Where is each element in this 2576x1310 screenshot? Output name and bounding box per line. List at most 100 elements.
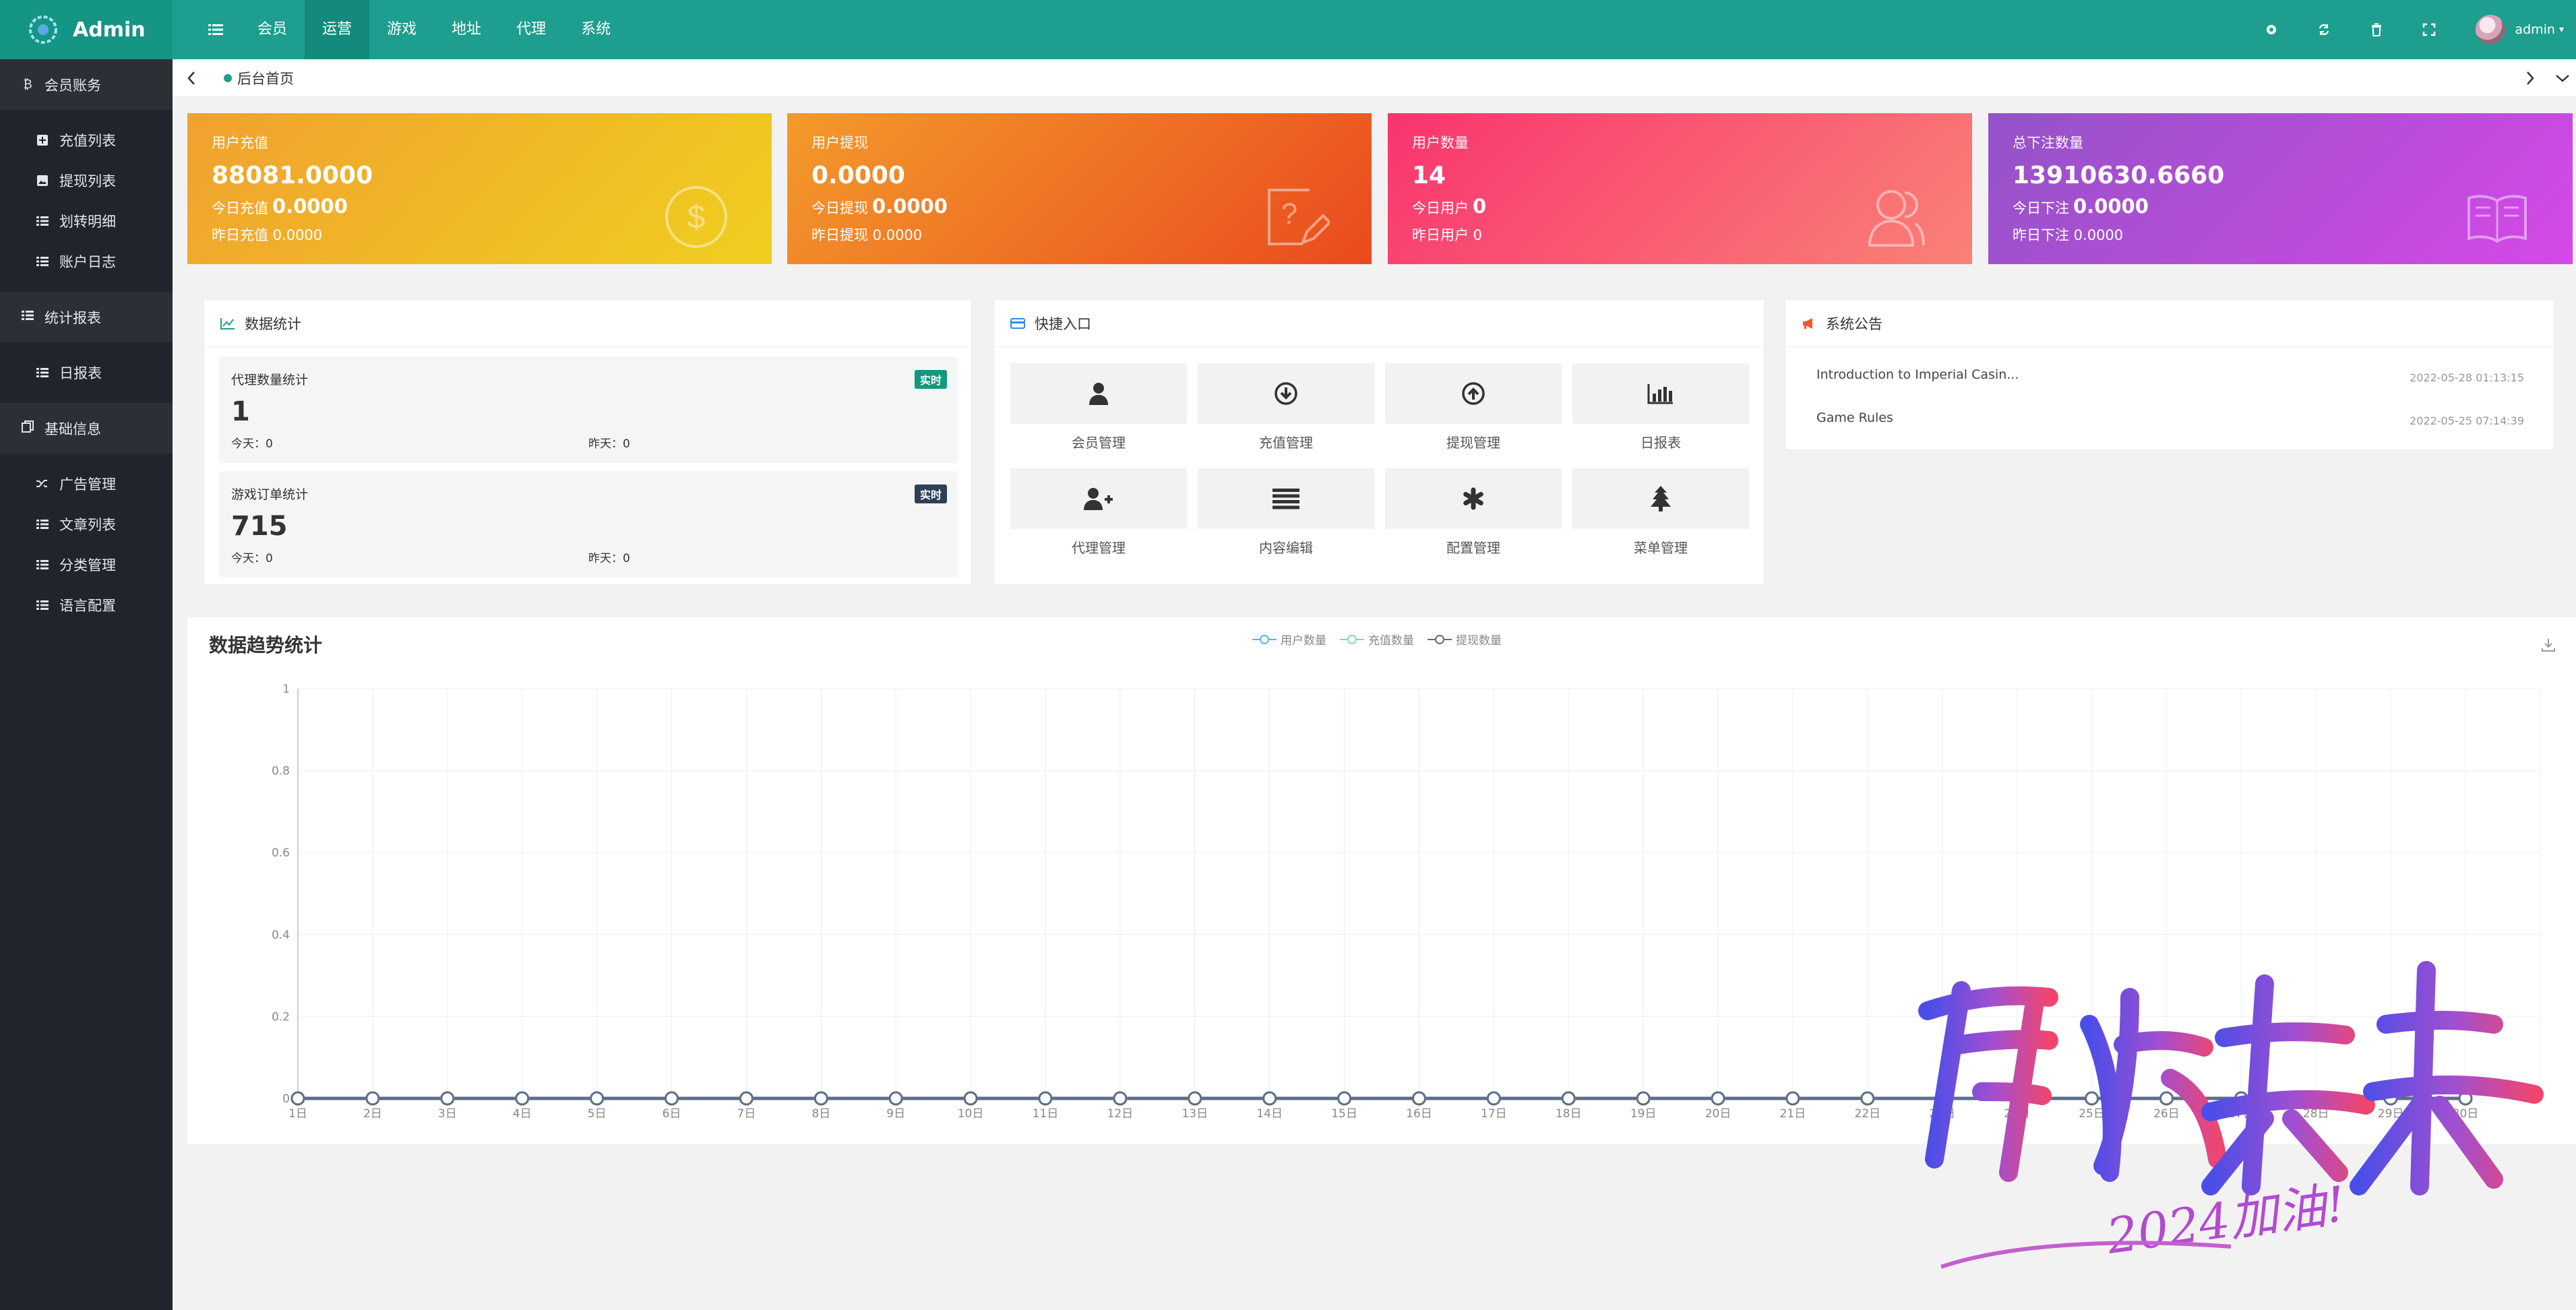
sidebar-item-ad-manage[interactable]: 广告管理	[0, 464, 173, 504]
agent-count-card: 代理数量统计 实时 1 今天：0 昨天：0	[219, 356, 958, 463]
trash-icon[interactable]	[2350, 0, 2403, 59]
top-header: Admin 会员 运营 游戏 地址 代理 系统 admin ▾	[0, 0, 2576, 59]
tab-home[interactable]: 后台首页	[224, 68, 294, 88]
panel-header: 系统公告	[1785, 300, 2554, 347]
data-point	[590, 1091, 605, 1106]
data-point	[1785, 1091, 1800, 1106]
quick-menu-manage[interactable]: 菜单管理	[1572, 468, 1749, 573]
sidebar-item-language-config[interactable]: 语言配置	[0, 585, 173, 625]
data-point	[1262, 1091, 1277, 1106]
data-point	[1337, 1091, 1352, 1106]
quick-recharge-manage[interactable]: 充值管理	[1198, 363, 1374, 468]
sidebar-item-account-log[interactable]: 账户日志	[0, 241, 173, 282]
data-point	[814, 1091, 828, 1106]
sidebar-item-label: 划转明细	[59, 214, 116, 230]
quick-daily-report[interactable]: 日报表	[1572, 363, 1749, 468]
sidebar-item-article-list[interactable]: 文章列表	[0, 504, 173, 544]
sidebar-group-accounts[interactable]: ₿ 会员账务	[0, 59, 173, 110]
top-nav: 会员 运营 游戏 地址 代理 系统	[191, 0, 628, 59]
list-icon	[1272, 489, 1299, 509]
topnav-agent[interactable]: 代理	[499, 0, 563, 59]
theme-icon[interactable]	[2245, 0, 2298, 59]
topnav-address[interactable]: 地址	[434, 0, 499, 59]
quick-label: 充值管理	[1259, 435, 1313, 451]
realtime-badge: 实时	[914, 485, 947, 503]
tab-prev-icon[interactable]	[173, 59, 210, 97]
sidebar-item-withdraw-list[interactable]: 提现列表	[0, 160, 173, 201]
stat-card-users: 用户数量 14 今日用户 0 昨日用户 0	[1388, 113, 1972, 264]
avatar	[2476, 15, 2506, 44]
quick-content-edit[interactable]: 内容编辑	[1198, 468, 1374, 573]
topnav-member[interactable]: 会员	[240, 0, 305, 59]
arrow-up-circle-icon	[1462, 382, 1485, 405]
panel-header: 数据统计	[204, 300, 971, 347]
data-point	[1711, 1091, 1725, 1106]
y-tick-label: 1	[282, 683, 290, 696]
card-value: 715	[231, 511, 288, 542]
card-title: 代理数量统计	[231, 373, 309, 387]
data-point	[1188, 1091, 1202, 1106]
x-tick-label: 18日	[1556, 1107, 1582, 1121]
sidebar-item-label: 充值列表	[59, 133, 116, 149]
quick-withdraw-manage[interactable]: 提现管理	[1385, 363, 1562, 468]
panel-title: 系统公告	[1826, 315, 1882, 332]
data-point	[1411, 1091, 1426, 1106]
data-point	[739, 1091, 754, 1106]
notice-item[interactable]: Introduction to Imperial Casin... 2022-0…	[1816, 367, 2524, 384]
x-tick-label: 3日	[438, 1107, 457, 1121]
quick-config-manage[interactable]: 配置管理	[1385, 468, 1562, 573]
x-tick-label: 15日	[1331, 1107, 1357, 1121]
user-name: admin	[2515, 22, 2555, 37]
x-tick-label: 5日	[588, 1107, 607, 1121]
topnav-system[interactable]: 系统	[563, 0, 628, 59]
data-point	[1038, 1091, 1053, 1106]
data-point	[1860, 1091, 1875, 1106]
notice-title: Introduction to Imperial Casin...	[1816, 367, 2019, 382]
notice-panel: 系统公告 Introduction to Imperial Casin... 2…	[1785, 299, 2554, 450]
quick-entry-panel: 快捷入口 会员管理 充值管理 提现管理 日报表 代理管理 内容编辑 配置管理 菜…	[993, 299, 1765, 585]
sidebar-item-recharge-list[interactable]: 充值列表	[0, 120, 173, 160]
stat-card-recharge: 用户充值 88081.0000 今日充值 0.0000 昨日充值 0.0000 $	[187, 113, 772, 264]
data-point	[1486, 1091, 1501, 1106]
quick-member-manage[interactable]: 会员管理	[1010, 363, 1187, 468]
dollar-circle-icon: $	[665, 186, 727, 248]
tab-menu-icon[interactable]	[2549, 59, 2576, 97]
tab-next-icon[interactable]	[2511, 59, 2549, 97]
topnav-operation[interactable]: 运营	[305, 0, 370, 59]
tab-bar: 后台首页	[173, 59, 2576, 97]
notice-date: 2022-05-25 07:14:39	[2410, 414, 2524, 427]
credit-card-icon	[1010, 317, 1025, 329]
fullscreen-icon[interactable]	[2403, 0, 2455, 59]
x-tick-label: 16日	[1406, 1107, 1432, 1121]
stat-title: 用户数量	[1412, 135, 1469, 151]
sidebar-group-reports[interactable]: 统计报表	[0, 292, 173, 342]
notice-item[interactable]: Game Rules 2022-05-25 07:14:39	[1816, 410, 2524, 427]
sidebar-item-transfer-detail[interactable]: 划转明细	[0, 201, 173, 241]
sidebar-item-category-manage[interactable]: 分类管理	[0, 544, 173, 585]
notice-date: 2022-05-28 01:13:15	[2410, 371, 2524, 384]
bitcoin-icon: ₿	[23, 77, 32, 92]
brand[interactable]: Admin	[0, 0, 173, 59]
user-menu[interactable]: admin ▾	[2455, 15, 2576, 44]
data-point	[1113, 1091, 1128, 1106]
list-icon	[35, 600, 50, 611]
menu-toggle-icon[interactable]	[191, 0, 240, 59]
y-tick-label: 0.8	[272, 765, 290, 778]
book-icon	[2467, 195, 2527, 243]
plus-square-icon	[35, 134, 50, 146]
x-tick-label: 1日	[288, 1107, 307, 1121]
data-point	[290, 1091, 305, 1106]
quick-label: 日报表	[1640, 435, 1681, 451]
stat-card-bets: 总下注数量 13910630.6660 今日下注 0.0000 昨日下注 0.00…	[1988, 113, 2573, 264]
stat-title: 用户充值	[212, 135, 268, 151]
quick-label: 菜单管理	[1634, 540, 1688, 556]
quick-agent-manage[interactable]: 代理管理	[1010, 468, 1187, 573]
stat-title: 总下注数量	[2013, 135, 2083, 151]
sidebar: ₿ 会员账务 充值列表 提现列表 划转明细 账户日志 统计报表 日报表 基础信息…	[0, 59, 173, 1310]
sidebar-item-label: 分类管理	[59, 557, 116, 573]
sidebar-item-daily-report[interactable]: 日报表	[0, 352, 173, 393]
refresh-icon[interactable]	[2298, 0, 2350, 59]
sidebar-group-basic-info[interactable]: 基础信息	[0, 403, 173, 454]
quick-grid: 会员管理 充值管理 提现管理 日报表 代理管理 内容编辑 配置管理 菜单管理	[1010, 363, 1749, 573]
topnav-game[interactable]: 游戏	[369, 0, 434, 59]
